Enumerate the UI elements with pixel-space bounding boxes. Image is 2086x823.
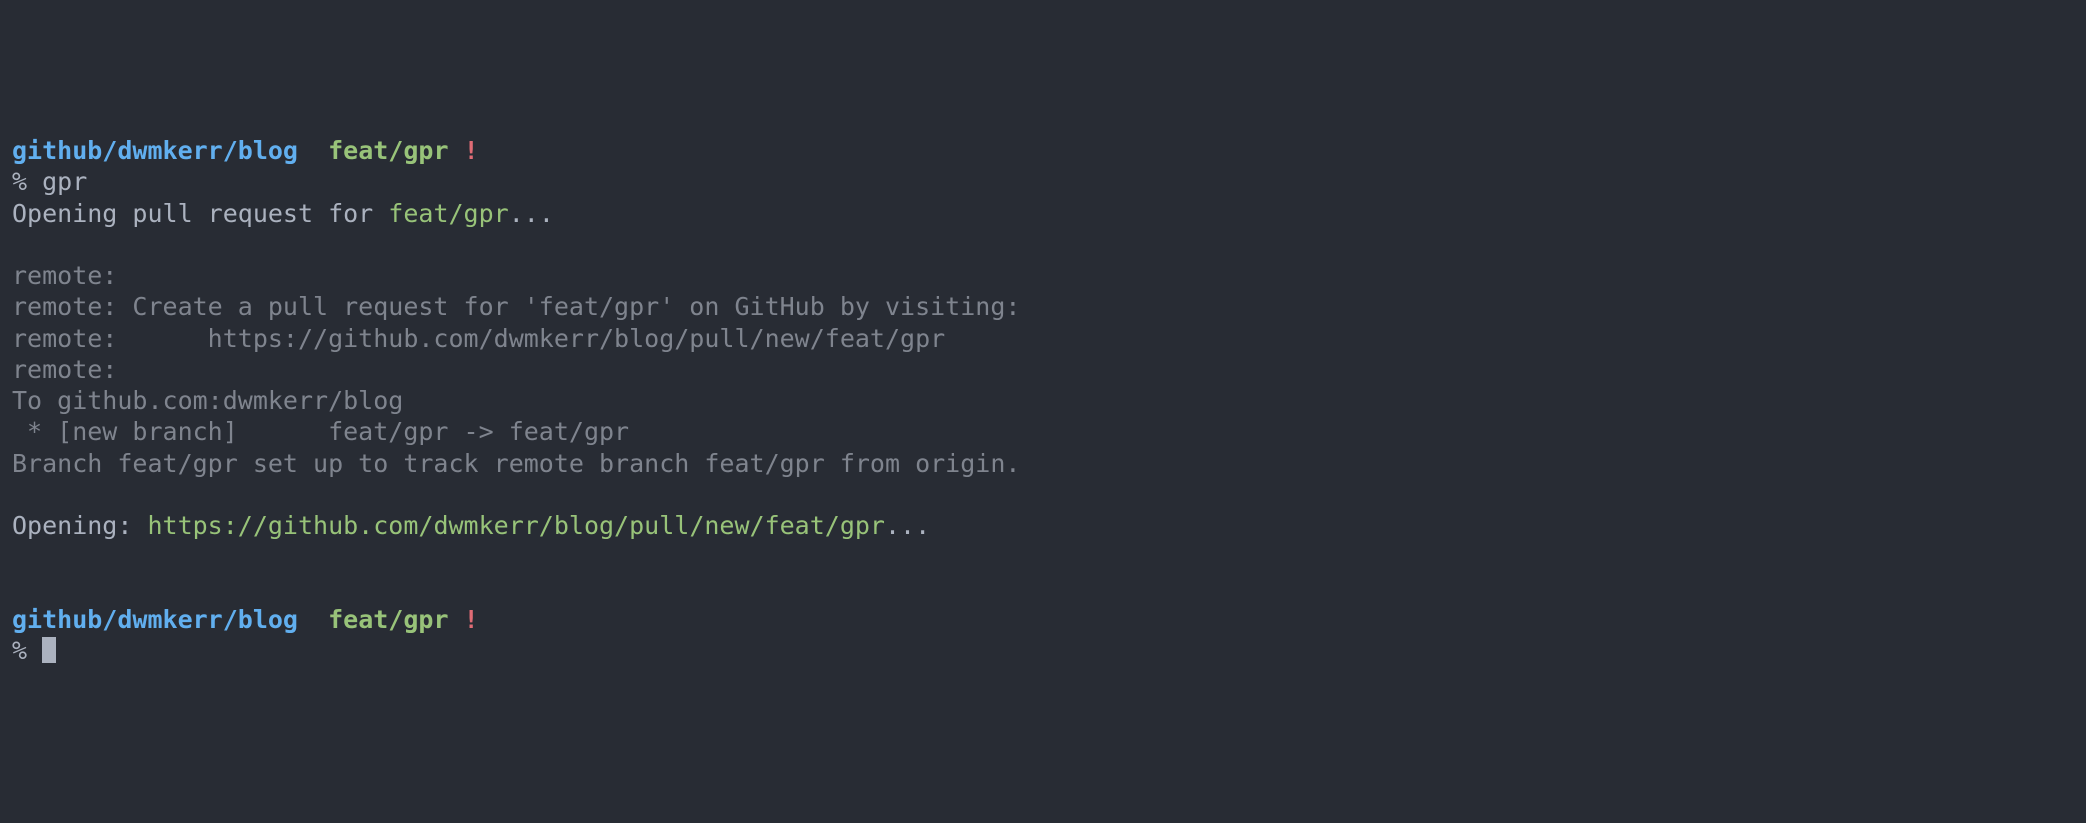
prompt-path: github/dwmkerr/blog <box>12 605 298 634</box>
push-line: Branch feat/gpr set up to track remote b… <box>12 449 1020 478</box>
prompt-symbol: % <box>12 636 27 665</box>
prompt-branch: feat/gpr <box>328 136 448 165</box>
prompt-dirty-indicator: ! <box>464 136 479 165</box>
remote-line: remote: <box>12 261 117 290</box>
prompt-branch: feat/gpr <box>328 605 448 634</box>
push-line: To github.com:dwmkerr/blog <box>12 386 403 415</box>
pr-url: https://github.com/dwmkerr/blog/pull/new… <box>147 511 885 540</box>
output-line: Opening: <box>12 511 147 540</box>
remote-line: remote: Create a pull request for 'feat/… <box>12 292 1020 321</box>
terminal-output: github/dwmkerr/blog feat/gpr ! % gpr Ope… <box>12 135 2074 666</box>
output-line: ... <box>885 511 930 540</box>
output-line: Opening pull request for <box>12 199 388 228</box>
prompt-symbol: % <box>12 167 27 196</box>
push-line: * [new branch] feat/gpr -> feat/gpr <box>12 417 629 446</box>
remote-line: remote: <box>12 355 117 384</box>
cursor[interactable] <box>42 637 56 663</box>
prompt-dirty-indicator: ! <box>464 605 479 634</box>
terminal-window[interactable]: { "prompt1": { "path": "github/dwmkerr/b… <box>0 0 2086 774</box>
remote-line: remote: https://github.com/dwmkerr/blog/… <box>12 324 945 353</box>
prompt-path: github/dwmkerr/blog <box>12 136 298 165</box>
entered-command: gpr <box>42 167 87 196</box>
branch-name: feat/gpr <box>388 199 508 228</box>
output-line: ... <box>509 199 554 228</box>
